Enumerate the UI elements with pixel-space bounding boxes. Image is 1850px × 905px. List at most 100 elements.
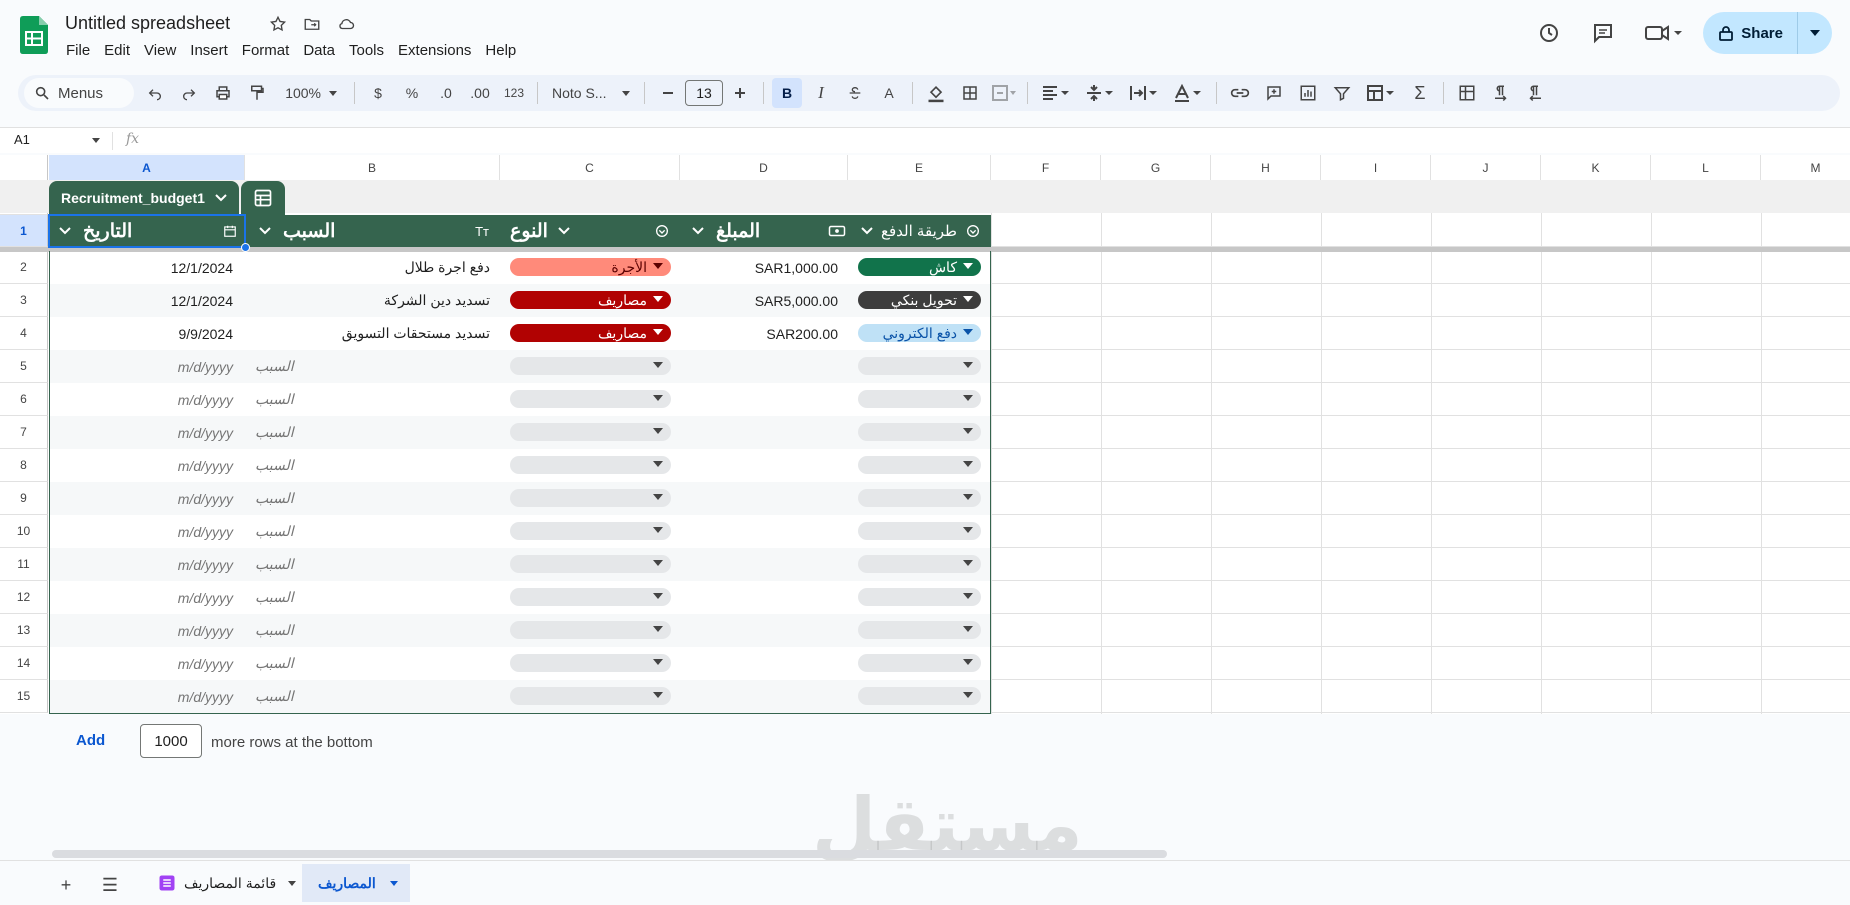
- chevron-down-icon[interactable]: [692, 227, 704, 235]
- move-folder-icon[interactable]: [302, 14, 322, 34]
- column-header[interactable]: J: [1431, 155, 1541, 181]
- row-header[interactable]: 5: [0, 350, 48, 383]
- print-icon[interactable]: [208, 78, 238, 108]
- add-rows-count-input[interactable]: 1000: [140, 724, 202, 758]
- name-box-dropdown-icon[interactable]: [92, 138, 100, 143]
- currency-format-button[interactable]: $: [363, 78, 393, 108]
- fill-color-icon[interactable]: [921, 78, 951, 108]
- column-header[interactable]: D: [680, 155, 848, 181]
- column-header[interactable]: I: [1321, 155, 1431, 181]
- chevron-down-icon[interactable]: [259, 227, 271, 235]
- selection-handle[interactable]: [241, 243, 250, 252]
- column-header[interactable]: F: [991, 155, 1101, 181]
- filter-views-icon[interactable]: [1361, 78, 1401, 108]
- header-payment[interactable]: طريقة الدفع: [861, 215, 989, 247]
- header-amount[interactable]: المبلغ: [692, 215, 856, 247]
- filter-icon[interactable]: [1327, 78, 1357, 108]
- table-view-icon[interactable]: [241, 181, 285, 215]
- chevron-down-icon[interactable]: [389, 880, 398, 886]
- column-header[interactable]: G: [1101, 155, 1211, 181]
- menu-file[interactable]: File: [66, 40, 97, 61]
- add-sheet-icon[interactable]: +: [54, 873, 78, 897]
- column-header[interactable]: C: [500, 155, 680, 181]
- menu-extensions[interactable]: Extensions: [398, 40, 478, 61]
- decrease-font-size-icon[interactable]: [653, 78, 683, 108]
- row-header[interactable]: 12: [0, 581, 48, 614]
- row-header[interactable]: 14: [0, 647, 48, 680]
- column-header[interactable]: L: [1651, 155, 1761, 181]
- document-title[interactable]: Untitled spreadsheet: [65, 13, 230, 34]
- decrease-decimal-button[interactable]: .0: [431, 78, 461, 108]
- menu-insert[interactable]: Insert: [190, 40, 235, 61]
- undo-icon[interactable]: [140, 78, 170, 108]
- row-header[interactable]: 8: [0, 449, 48, 482]
- text-rotation-icon[interactable]: [1168, 78, 1208, 108]
- ltr-direction-icon[interactable]: [1486, 78, 1516, 108]
- menu-data[interactable]: Data: [303, 40, 342, 61]
- meet-video-icon[interactable]: [1637, 13, 1689, 53]
- share-dropdown-icon[interactable]: [1798, 30, 1832, 36]
- menu-format[interactable]: Format: [242, 40, 297, 61]
- add-rows-button[interactable]: Add: [76, 732, 105, 749]
- italic-button[interactable]: I: [806, 78, 836, 108]
- column-header[interactable]: A: [49, 155, 245, 181]
- header-type[interactable]: النوع: [510, 215, 680, 247]
- row-header[interactable]: 4: [0, 317, 48, 350]
- chevron-down-icon[interactable]: [861, 227, 873, 235]
- menu-view[interactable]: View: [144, 40, 183, 61]
- vertical-align-icon[interactable]: [1080, 78, 1120, 108]
- insert-link-icon[interactable]: [1225, 78, 1255, 108]
- row-header[interactable]: 6: [0, 383, 48, 416]
- chevron-down-icon[interactable]: [288, 880, 297, 886]
- increase-font-size-icon[interactable]: [725, 78, 755, 108]
- row-header[interactable]: 13: [0, 614, 48, 647]
- text-color-button[interactable]: A: [874, 78, 904, 108]
- row-header[interactable]: 7: [0, 416, 48, 449]
- chevron-down-icon[interactable]: [558, 227, 570, 235]
- sheets-logo-icon[interactable]: [20, 16, 48, 54]
- font-select[interactable]: Noto S...: [546, 78, 636, 108]
- name-box[interactable]: A1: [14, 132, 30, 147]
- increase-decimal-button[interactable]: .00: [465, 78, 495, 108]
- column-header[interactable]: E: [848, 155, 991, 181]
- column-header[interactable]: M: [1761, 155, 1850, 181]
- insert-chart-icon[interactable]: [1293, 78, 1323, 108]
- row-header[interactable]: 1: [0, 215, 48, 247]
- merge-cells-icon[interactable]: [989, 78, 1019, 108]
- column-header[interactable]: B: [245, 155, 500, 181]
- share-button[interactable]: Share: [1703, 12, 1832, 54]
- menu-edit[interactable]: Edit: [104, 40, 137, 61]
- borders-icon[interactable]: [955, 78, 985, 108]
- row-header[interactable]: 2: [0, 251, 48, 284]
- header-reason[interactable]: السبب Tт: [259, 215, 499, 247]
- strikethrough-icon[interactable]: [840, 78, 870, 108]
- freeze-icon[interactable]: [1452, 78, 1482, 108]
- row-header[interactable]: 10: [0, 515, 48, 548]
- more-formats-button[interactable]: 123: [499, 78, 529, 108]
- menus-search[interactable]: Menus: [24, 78, 134, 108]
- text-wrap-icon[interactable]: [1124, 78, 1164, 108]
- star-icon[interactable]: [268, 14, 288, 34]
- table-name-chip[interactable]: Recruitment_budget1: [49, 181, 239, 215]
- row-header[interactable]: 9: [0, 482, 48, 515]
- horizontal-scrollbar[interactable]: [52, 850, 1167, 858]
- row-header[interactable]: 3: [0, 284, 48, 317]
- redo-icon[interactable]: [174, 78, 204, 108]
- font-size-input[interactable]: 13: [685, 80, 723, 106]
- row-header[interactable]: 15: [0, 680, 48, 713]
- column-header[interactable]: K: [1541, 155, 1651, 181]
- paint-format-icon[interactable]: [242, 78, 272, 108]
- row-header[interactable]: 11: [0, 548, 48, 581]
- horizontal-align-icon[interactable]: [1036, 78, 1076, 108]
- insert-comment-icon[interactable]: [1259, 78, 1289, 108]
- comments-icon[interactable]: [1583, 13, 1623, 53]
- sheet-tab-expenses-list[interactable]: قائمة المصاريف: [146, 864, 308, 902]
- version-history-icon[interactable]: [1529, 13, 1569, 53]
- rtl-direction-icon[interactable]: [1520, 78, 1550, 108]
- select-all-corner[interactable]: [0, 155, 48, 181]
- sheet-tab-expenses[interactable]: المصاريف: [302, 864, 410, 902]
- menu-tools[interactable]: Tools: [349, 40, 391, 61]
- cloud-status-icon[interactable]: [336, 14, 356, 34]
- all-sheets-icon[interactable]: ☰: [98, 873, 122, 897]
- zoom-select[interactable]: 100%: [276, 78, 346, 108]
